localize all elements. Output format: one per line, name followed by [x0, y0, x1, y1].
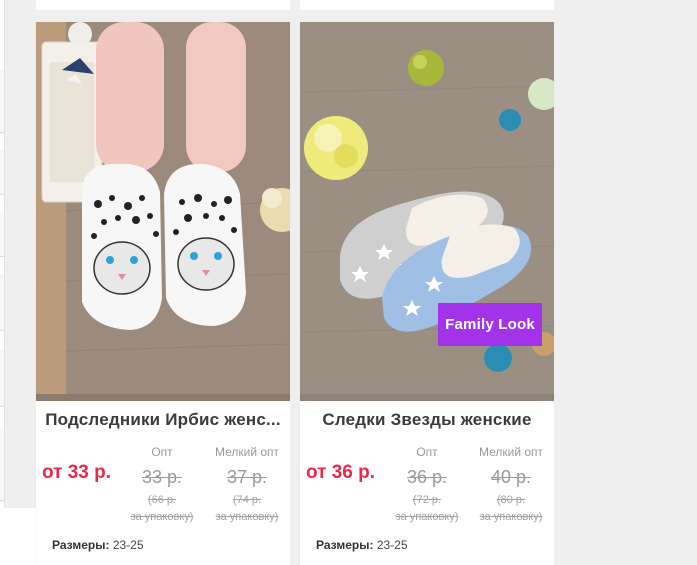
tier-pack-price: (72 р.	[412, 494, 442, 506]
tier-pack-unit: за упаковку)	[479, 511, 543, 523]
price-from: от 33 р.	[42, 462, 112, 483]
product-title[interactable]: Следки Звезды женские	[306, 410, 548, 430]
product-card[interactable]: Family Look Следки Звезды женские от 36 …	[300, 22, 554, 565]
tier-label: Мелкий опт	[214, 445, 280, 459]
price-tier-wholesale: Опт 36 р. (72 р. за упаковку)	[386, 444, 468, 526]
tier-pack-price: (74 р.	[232, 494, 262, 506]
tier-pack-unit: за упаковку)	[395, 511, 459, 523]
tier-pack-unit: за упаковку)	[130, 511, 194, 523]
tier-pack-unit: за упаковку)	[215, 511, 279, 523]
family-look-badge: Family Look	[438, 303, 542, 346]
socks-leopard-photo	[36, 22, 290, 401]
product-image[interactable]: Family Look	[300, 22, 554, 401]
tier-pack-price: (66 р.	[147, 494, 177, 506]
side-panel-corner	[0, 508, 36, 565]
tier-price: 33 р.	[141, 467, 183, 487]
sizes-label: Размеры:	[52, 538, 110, 552]
sidebar-tab[interactable]	[0, 150, 4, 195]
sizes-info: Размеры: 23-25	[52, 538, 144, 552]
product-title[interactable]: Подследники Ирбис женс...	[42, 410, 284, 430]
tier-price: 40 р.	[490, 467, 532, 487]
price-from: от 36 р.	[306, 462, 376, 483]
sizes-label: Размеры:	[316, 538, 374, 552]
tier-label: Опт	[416, 445, 438, 459]
sidebar-tab[interactable]	[0, 274, 4, 331]
tier-label: Опт	[151, 445, 173, 459]
product-card[interactable]: Подследники Ирбис женс... от 33 р. Опт 3…	[36, 22, 290, 565]
price-tier-small-wholesale: Мелкий опт 37 р. (74 р. за упаковку)	[206, 444, 288, 526]
price-tier-wholesale: Опт 33 р. (66 р. за упаковку)	[121, 444, 203, 526]
sidebar-tab[interactable]	[0, 212, 4, 257]
product-image[interactable]	[36, 22, 290, 401]
sizes-info: Размеры: 23-25	[316, 538, 408, 552]
previous-card-bottom	[36, 0, 290, 10]
sidebar-tab[interactable]	[0, 350, 4, 407]
sizes-value: 23-25	[376, 538, 408, 552]
sizes-value: 23-25	[112, 538, 144, 552]
tier-price: 37 р.	[226, 467, 268, 487]
price-tier-small-wholesale: Мелкий опт 40 р. (80 р. за упаковку)	[470, 444, 552, 526]
tier-label: Мелкий опт	[478, 445, 544, 459]
sidebar-tab[interactable]	[0, 70, 4, 133]
tier-pack-price: (80 р.	[496, 494, 526, 506]
sidebar-tab[interactable]	[0, 428, 4, 501]
previous-card-bottom	[300, 0, 554, 10]
tier-price: 36 р.	[406, 467, 448, 487]
